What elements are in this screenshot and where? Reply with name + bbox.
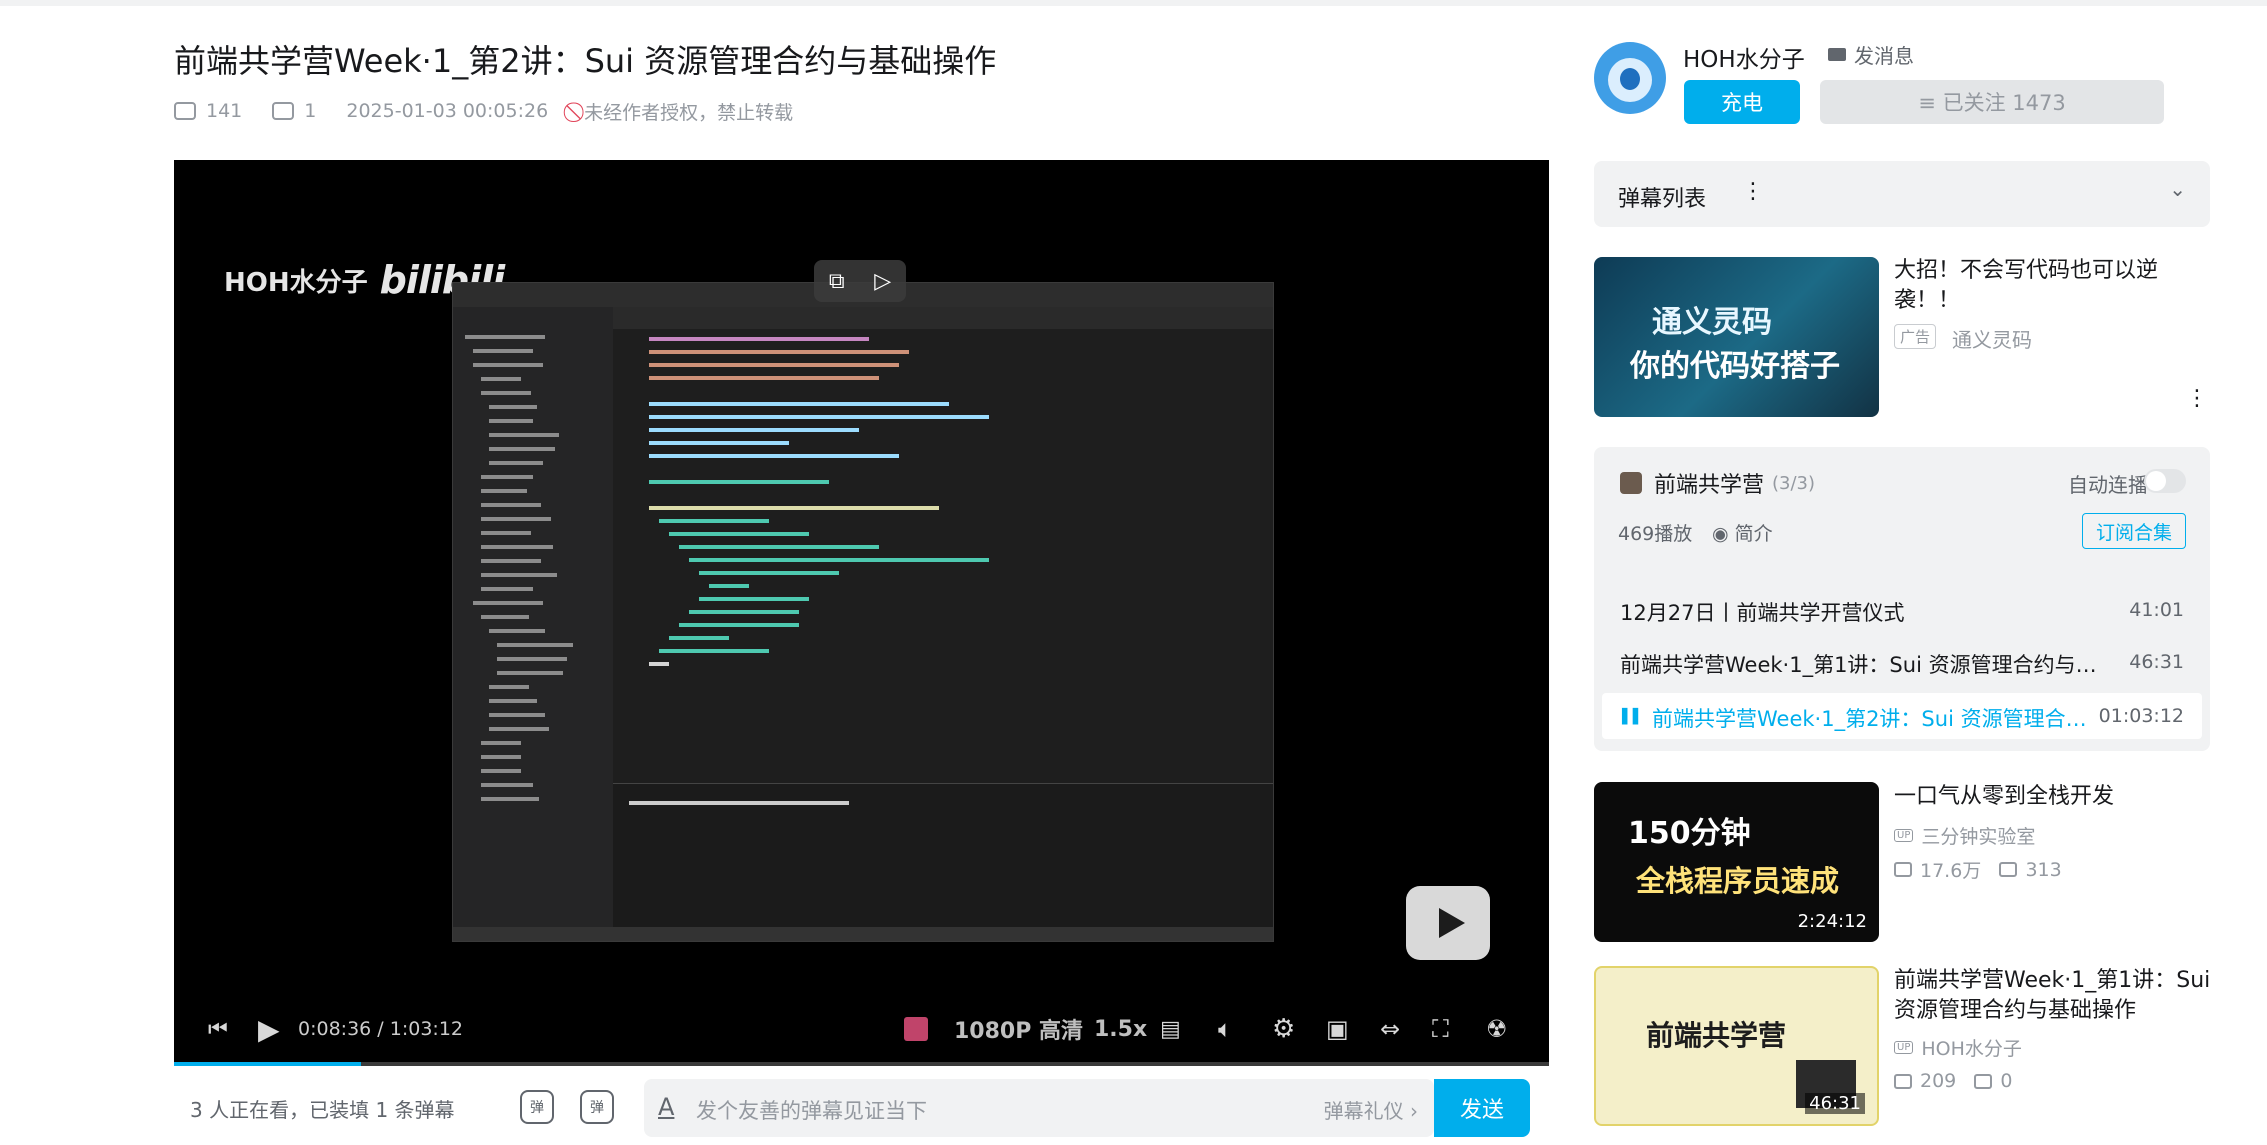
recommend-stats: 17.6万 313 [1894,856,2062,883]
progress-fill [174,1062,361,1066]
danmaku-placeholder[interactable]: 发个友善的弹幕见证当下 [696,1095,927,1125]
collection-panel: 前端共学营 (3/3) 自动连播 469播放 ◉ 简介 订阅合集 12月27日丨… [1594,447,2210,751]
episode-item[interactable]: 前端共学营Week·1_第1讲：Sui 资源管理合约与基础操作 46:31 [1594,639,2210,685]
player-controls: ⏮ ▶ 0:08:36 / 1:03:12 1080P 高清 1.5x ▤ 🔈︎… [174,1006,1549,1052]
progress-bar[interactable] [174,1062,1549,1066]
danmaku-count-icon [1974,1073,1993,1089]
recommend-card[interactable]: 150分钟 全栈程序员速成 2:24:12 一口气从零到全栈开发 UP 三分钟实验… [1594,782,2210,942]
collection-plays: 469播放 [1618,523,1693,545]
video-player[interactable]: HOH水分子 bilibili ⧉ ▷ ⏮ ▶ 0:08:36 / 1:03:1… [174,160,1549,1066]
autoplay-toggle[interactable] [2144,469,2186,493]
playing-icon: ▌▌ [1622,709,1644,725]
frame-content [465,335,989,805]
speed-button[interactable]: 1.5x [1094,1006,1147,1052]
message-link[interactable]: 发消息 [1828,40,1914,69]
publish-time: 2025-01-03 00:05:26 [346,100,549,122]
danmaku-count: 1 [272,100,316,122]
danmaku-toggle-icon[interactable]: ▤ [1160,1006,1181,1052]
play-count: 141 [174,100,242,122]
pip-icon[interactable]: ▣ [1326,1006,1349,1052]
mail-icon [1828,48,1846,61]
chevron-down-icon[interactable]: ⌄ [2169,177,2186,201]
danmaku-list-header[interactable]: 弹幕列表 ⋮ ⌄ [1594,161,2210,227]
ad-title[interactable]: 大招！不会写代码也可以逆袭！！ [1894,256,2214,316]
settings-icon[interactable]: ⚙ [1272,1006,1295,1052]
miniplayer-icon[interactable]: ⧉ [829,269,845,294]
video-meta: 141 1 2025-01-03 00:05:26 ⃠未经作者授权，禁止转载 [174,96,823,126]
up-badge-icon: UP [1894,1041,1914,1054]
copyright-notice: ⃠未经作者授权，禁止转载 [584,101,794,124]
video-title: 前端共学营Week·1_第2讲：Sui 资源管理合约与基础操作 [174,42,997,80]
quality-button[interactable]: 1080P 高清 [954,1006,1083,1052]
subscribe-button[interactable]: 订阅合集 [2082,513,2186,549]
recommend-stats: 209 0 [1894,1070,2012,1092]
ad-source[interactable]: 通义灵码 [1952,324,2032,353]
time-display: 0:08:36 / 1:03:12 [298,1018,463,1040]
play-icon[interactable]: ▶ [258,1006,280,1052]
ad-badge: 广告 [1894,324,1937,349]
bilibili-tv-icon [1406,886,1490,960]
collection-header[interactable]: 前端共学营 (3/3) [1620,467,1815,499]
uploader-name[interactable]: HOH水分子 [1683,40,1805,74]
nuclear-icon[interactable]: ☢ [1486,1006,1508,1052]
cast-icon[interactable]: ▷ [874,269,891,294]
danmaku-count-icon [1999,862,2018,877]
danmaku-settings-icon[interactable]: 弹 [580,1090,614,1124]
recommend-title[interactable]: 一口气从零到全栈开发 [1894,782,2214,812]
episode-item[interactable]: 12月27日丨前端共学开营仪式 41:01 [1594,587,2210,633]
watching-count: 3 人正在看，已装填 1 条弹幕 [190,1098,455,1122]
danmaku-count-icon [272,102,295,120]
uploader-avatar[interactable] [1594,42,1666,114]
danmaku-bar: 3 人正在看，已装填 1 条弹幕 弹 弹 A 发个友善的弹幕见证当下 弹幕礼仪 … [174,1076,1549,1138]
font-style-icon[interactable]: A [658,1093,674,1121]
ad-more-icon[interactable]: ⋮ [2186,386,2208,411]
recommend-card[interactable]: 前端共学营 46:31 前端共学营Week·1_第1讲：Sui 资源管理合约与基… [1594,966,2210,1126]
autoplay-label: 自动连播 [2068,473,2148,497]
volume-icon[interactable]: 🔈︎ [1218,1006,1232,1052]
more-icon[interactable]: ⋮ [1742,179,1764,204]
etiquette-link[interactable]: 弹幕礼仪 › [1324,1095,1418,1124]
episode-item-active[interactable]: ▌▌ 前端共学营Week·1_第2讲：Sui 资源管理合约与基础操作 01:03… [1602,693,2202,739]
ad-thumb-slogan: 你的代码好搭子 [1630,349,1840,384]
recommend-thumbnail[interactable]: 前端共学营 46:31 [1594,966,1879,1126]
intro-link[interactable]: ◉ 简介 [1712,519,1773,546]
danmaku-style-icon[interactable] [904,1017,928,1041]
collection-title: 前端共学营 [1654,473,1765,498]
prev-icon[interactable]: ⏮ [208,1006,228,1052]
widescreen-icon[interactable]: ⇔ [1380,1006,1400,1052]
danmaku-list-title: 弹幕列表 [1618,187,1707,212]
ad-thumbnail[interactable]: 通义灵码 你的代码好搭子 [1594,257,1879,417]
recommend-title[interactable]: 前端共学营Week·1_第1讲：Sui 资源管理合约与基础操作 [1894,966,2214,1026]
floating-controls[interactable]: ⧉ ▷ [814,260,906,302]
recommend-uploader[interactable]: UP HOH水分子 [1894,1034,2022,1061]
charge-button[interactable]: 充电 [1684,80,1800,124]
video-duration: 2:24:12 [1797,911,1867,932]
play-count-icon [1894,1073,1912,1089]
video-frame [452,282,1274,942]
danmaku-input[interactable]: A 发个友善的弹幕见证当下 弹幕礼仪 › [644,1079,1434,1137]
follow-button[interactable]: ≡ 已关注 1473 [1820,80,2164,124]
video-duration: 46:31 [1805,1093,1865,1114]
ad-thumb-text: 通义灵码 [1652,305,1772,340]
top-strip [0,0,2267,6]
play-count-icon [174,102,196,120]
recommend-thumbnail[interactable]: 150分钟 全栈程序员速成 2:24:12 [1594,782,1879,942]
collection-icon [1620,472,1642,494]
play-count-icon [1894,862,1912,877]
webfull-icon[interactable]: ⛶ [1432,1006,1449,1052]
recommend-uploader[interactable]: UP 三分钟实验室 [1894,822,2035,849]
danmaku-on-icon[interactable]: 弹 [520,1090,554,1124]
up-badge-icon: UP [1894,829,1914,842]
send-button[interactable]: 发送 [1434,1079,1530,1137]
collection-count: (3/3) [1772,472,1816,494]
